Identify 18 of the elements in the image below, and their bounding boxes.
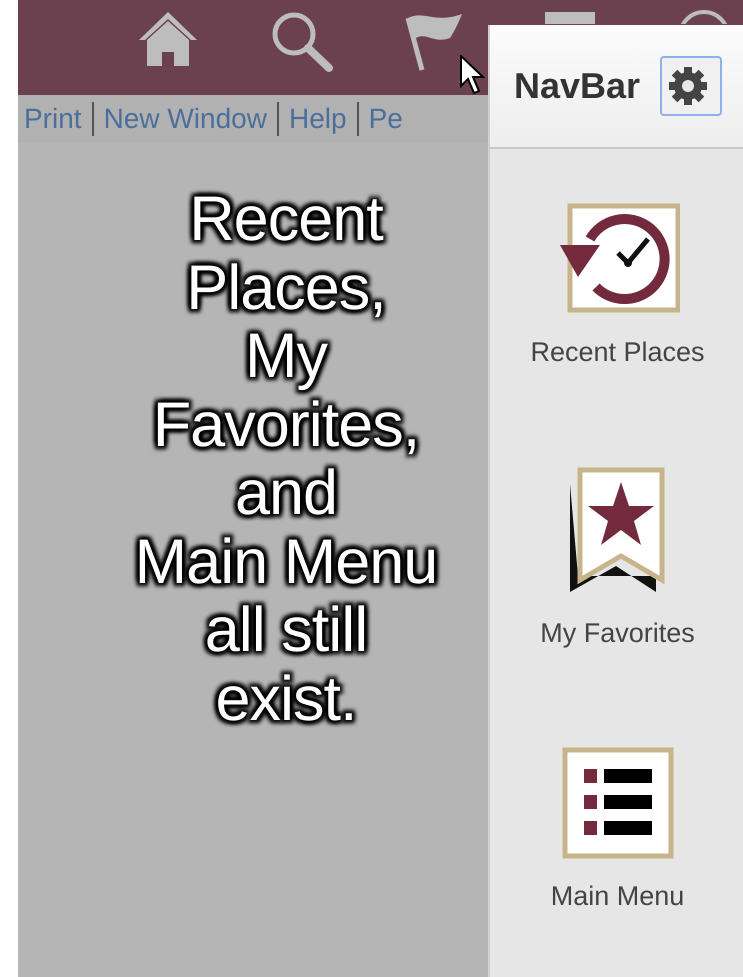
toolbar-link[interactable]: Help [288, 103, 347, 135]
navbar-tile[interactable]: Main Menu [490, 693, 743, 965]
toolbar-link[interactable]: Print [24, 103, 82, 135]
panel-title: NavBar [514, 65, 640, 107]
settings-button[interactable] [660, 56, 722, 116]
tile-label: Recent Places [530, 336, 705, 368]
tile-label: My Favorites [540, 618, 695, 648]
toolbar-link[interactable]: Pe [368, 103, 403, 135]
navbar-tile[interactable]: Recent Places [490, 149, 743, 421]
navbar-tile[interactable]: My Favorites [490, 421, 743, 693]
tile-label: Main Menu [550, 880, 684, 912]
list-icon [562, 746, 674, 858]
home-icon[interactable] [137, 10, 199, 68]
caption-text: Recent Places, My Favorites, and Main Menu all still exist. [134, 183, 438, 736]
settings-icon [668, 66, 708, 106]
bar-icon[interactable] [545, 10, 595, 24]
cursor-icon [460, 55, 485, 95]
toolbar-link[interactable]: New Window [104, 103, 267, 135]
